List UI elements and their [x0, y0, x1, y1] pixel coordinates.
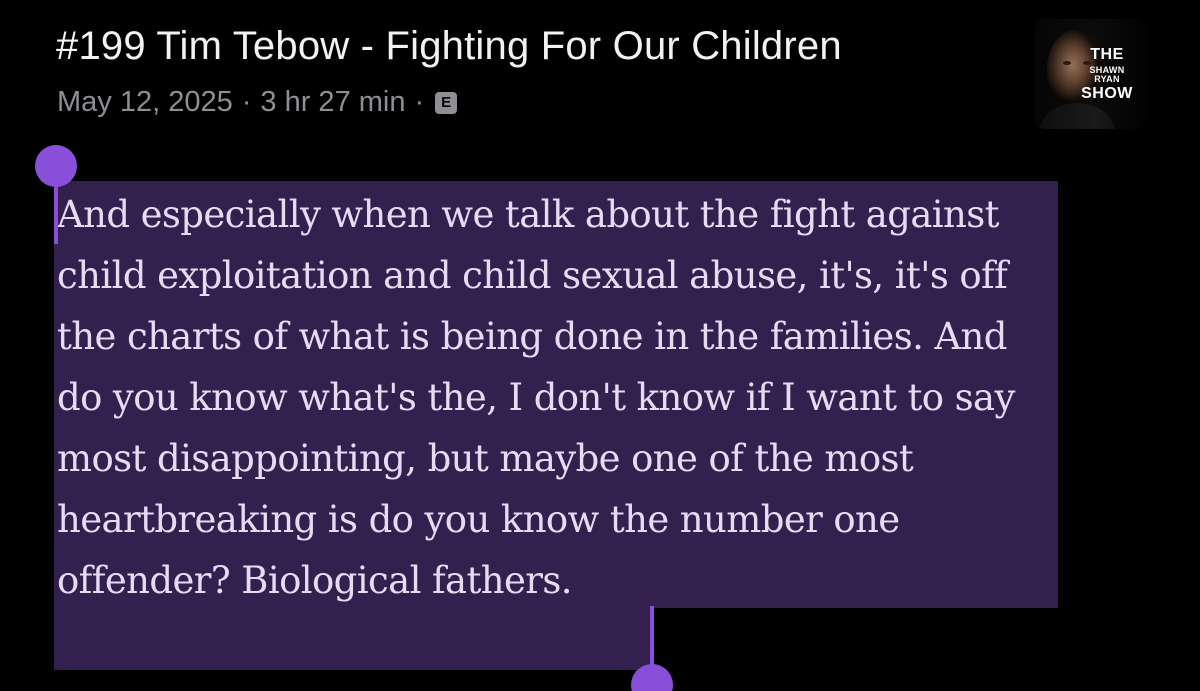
episode-meta: May 12, 2025 · 3 hr 27 min · E — [57, 86, 458, 119]
episode-title: #199 Tim Tebow - Fighting For Our Childr… — [56, 24, 842, 68]
meta-separator: · — [241, 86, 252, 118]
transcript-screen: #199 Tim Tebow - Fighting For Our Childr… — [0, 0, 1200, 691]
artwork-line-show: SHOW — [1081, 85, 1133, 102]
explicit-badge-icon: E — [435, 91, 458, 114]
meta-separator: · — [414, 86, 425, 118]
selection-handle-start-bar[interactable] — [54, 180, 58, 244]
artwork-line-the: THE — [1090, 46, 1124, 63]
artwork-show-name: THE SHAWN RYAN SHOW — [1076, 47, 1138, 102]
artwork-line-host: SHAWN RYAN — [1089, 65, 1125, 84]
transcript-text[interactable]: And especially when we talk about the fi… — [57, 184, 1057, 611]
episode-date: May 12, 2025 — [57, 86, 233, 118]
selection-highlight-last-line — [54, 607, 652, 670]
podcast-artwork[interactable]: THE SHAWN RYAN SHOW — [1035, 19, 1146, 129]
selection-handle-end-bar[interactable] — [650, 606, 654, 668]
episode-duration: 3 hr 27 min — [260, 86, 406, 118]
